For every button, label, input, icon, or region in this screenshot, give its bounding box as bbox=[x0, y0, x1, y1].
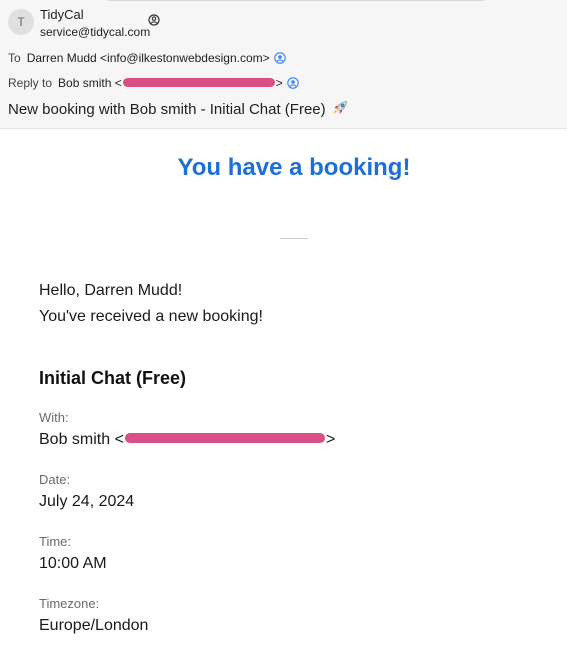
section-divider bbox=[280, 238, 308, 239]
header-top-border bbox=[108, 0, 484, 1]
reply-to-name[interactable]: Bob smith < bbox=[58, 76, 122, 90]
reply-to-suffix: > bbox=[275, 76, 283, 90]
greeting-text: Hello, Darren Mudd! bbox=[39, 282, 183, 299]
timezone-label: Timezone: bbox=[39, 596, 100, 611]
reply-to-row: Reply to Bob smith < > bbox=[8, 76, 299, 90]
date-label: Date: bbox=[39, 472, 71, 487]
with-suffix: > bbox=[325, 431, 336, 448]
with-value: Bob smith < > bbox=[39, 431, 335, 449]
redaction-mark bbox=[124, 433, 325, 443]
sender-avatar[interactable]: T bbox=[8, 9, 34, 35]
rocket-icon bbox=[333, 101, 347, 114]
with-label: With: bbox=[39, 410, 69, 425]
redaction-mark bbox=[122, 78, 275, 87]
timezone-value: Europe/London bbox=[39, 617, 149, 634]
subject-text: New booking with Bob smith - Initial Cha… bbox=[8, 101, 326, 118]
with-name: Bob smith < bbox=[39, 431, 124, 448]
contact-card-icon[interactable] bbox=[273, 52, 286, 64]
to-recipient[interactable]: Darren Mudd <info@ilkestonwebdesign.com> bbox=[27, 51, 270, 65]
event-title: Initial Chat (Free) bbox=[39, 368, 187, 388]
time-value: 10:00 AM bbox=[39, 555, 107, 572]
email-reading-pane: T TidyCal service@tidycal.com To Darren M… bbox=[0, 0, 567, 651]
to-label: To bbox=[8, 51, 21, 65]
sender-email[interactable]: service@tidycal.com bbox=[40, 25, 150, 39]
sender-name[interactable]: TidyCal bbox=[40, 7, 84, 22]
person-status-icon bbox=[148, 14, 160, 26]
message-header: T TidyCal service@tidycal.com To Darren M… bbox=[0, 0, 567, 129]
contact-card-icon[interactable] bbox=[287, 77, 299, 89]
to-row: To Darren Mudd <info@ilkestonwebdesign.co… bbox=[8, 51, 286, 65]
received-text: You've received a new booking! bbox=[39, 308, 263, 325]
email-subject: New booking with Bob smith - Initial Cha… bbox=[8, 98, 350, 118]
reply-to-label: Reply to bbox=[8, 76, 53, 90]
booking-headline: You have a booking! bbox=[177, 154, 411, 181]
time-label: Time: bbox=[39, 534, 72, 549]
date-value: July 24, 2024 bbox=[39, 493, 135, 510]
